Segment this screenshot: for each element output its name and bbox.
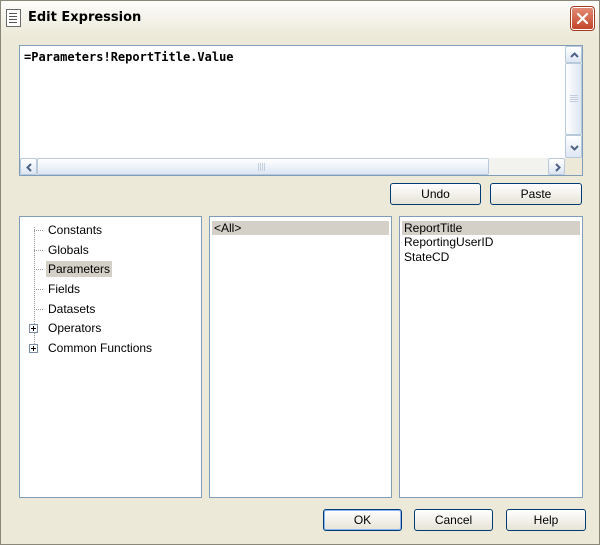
tree-item-operators[interactable]: Operators bbox=[46, 320, 103, 336]
tree-item-parameters[interactable]: Parameters bbox=[46, 261, 113, 277]
expand-plus-icon[interactable] bbox=[29, 324, 38, 333]
horizontal-scrollbar[interactable] bbox=[20, 158, 565, 175]
close-icon bbox=[576, 12, 589, 25]
list-item-statecd[interactable]: StateCD bbox=[402, 250, 580, 264]
document-icon bbox=[6, 9, 21, 27]
ok-button[interactable]: OK bbox=[323, 509, 402, 531]
chevron-right-icon bbox=[555, 163, 561, 172]
expression-editor[interactable]: =Parameters!ReportTitle.Value bbox=[19, 45, 583, 176]
list-item-reportinguserid[interactable]: ReportingUserID bbox=[402, 235, 580, 249]
expression-text[interactable]: =Parameters!ReportTitle.Value bbox=[24, 50, 234, 64]
tree-item-globals[interactable]: Globals bbox=[46, 242, 91, 258]
tree-item-common-functions[interactable]: Common Functions bbox=[46, 340, 154, 356]
tree-item-constants[interactable]: Constants bbox=[46, 222, 104, 238]
chevron-up-icon bbox=[570, 52, 579, 58]
member-list[interactable]: ReportTitle ReportingUserID StateCD bbox=[399, 216, 583, 498]
scroll-left-button[interactable] bbox=[20, 158, 37, 175]
chevron-left-icon bbox=[26, 163, 32, 172]
undo-button[interactable]: Undo bbox=[390, 183, 481, 205]
category-tree[interactable]: Constants Globals Parameters Fields Data… bbox=[19, 216, 202, 498]
title-bar[interactable]: Edit Expression bbox=[1, 1, 599, 37]
paste-button[interactable]: Paste bbox=[490, 183, 582, 205]
expand-plus-icon[interactable] bbox=[29, 344, 38, 353]
window-title: Edit Expression bbox=[28, 10, 142, 25]
vertical-scrollbar[interactable] bbox=[565, 46, 582, 158]
cancel-button[interactable]: Cancel bbox=[414, 509, 493, 531]
tree-item-datasets[interactable]: Datasets bbox=[46, 301, 97, 317]
vertical-scroll-thumb[interactable] bbox=[565, 63, 582, 135]
tree-item-fields[interactable]: Fields bbox=[46, 281, 82, 297]
scroll-right-button[interactable] bbox=[548, 158, 565, 175]
scrollbar-corner bbox=[565, 158, 582, 175]
close-button[interactable] bbox=[570, 6, 595, 31]
subcategory-list[interactable]: <All> bbox=[209, 216, 392, 498]
scroll-up-button[interactable] bbox=[565, 46, 582, 63]
list-item-reporttitle[interactable]: ReportTitle bbox=[402, 221, 580, 235]
chevron-down-icon bbox=[570, 145, 579, 151]
scroll-down-button[interactable] bbox=[565, 135, 582, 158]
help-button[interactable]: Help bbox=[506, 509, 586, 531]
horizontal-scroll-thumb[interactable] bbox=[37, 158, 489, 175]
list-item-all[interactable]: <All> bbox=[212, 221, 389, 235]
edit-expression-dialog: Edit Expression =Parameters!ReportTitle.… bbox=[0, 0, 600, 545]
